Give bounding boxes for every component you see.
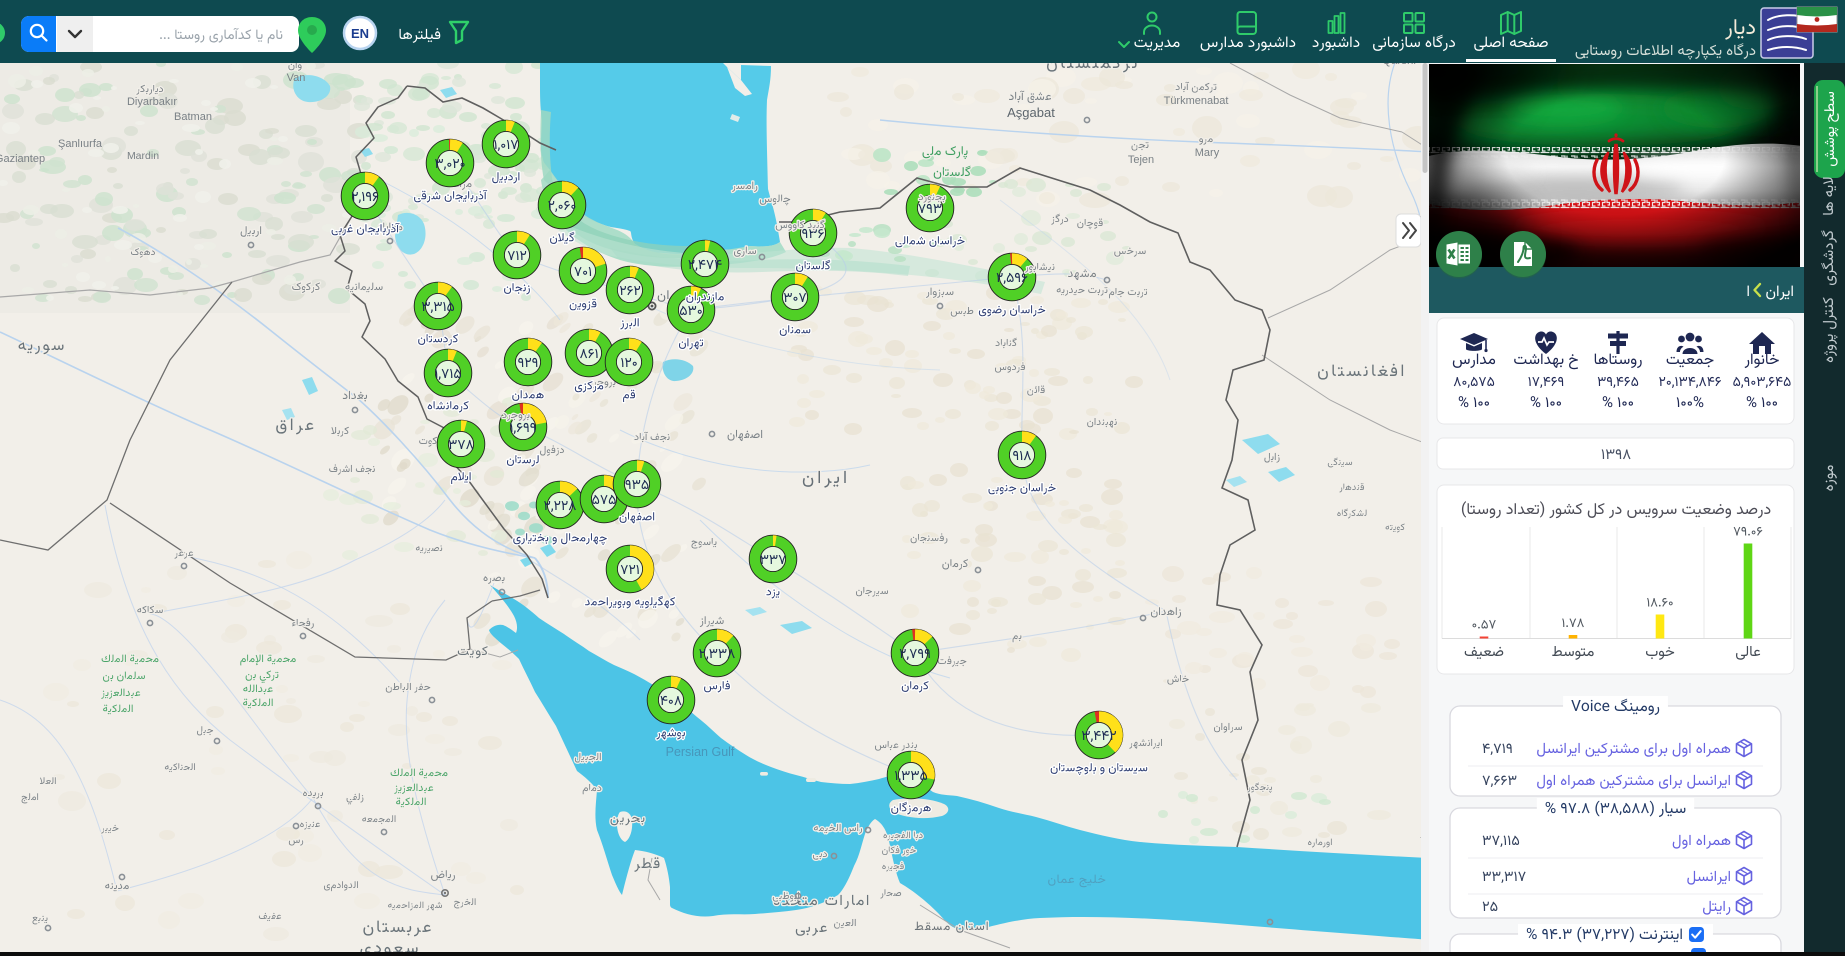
svg-text:Mary: Mary	[1195, 147, 1220, 159]
svg-text:Van: Van	[287, 72, 306, 84]
svg-text:Persian Gulf: Persian Gulf	[666, 745, 735, 759]
svg-text:Gaziantep: Gaziantep	[0, 153, 45, 165]
svg-text:EN: EN	[351, 26, 369, 41]
svg-text:Türkmenabat: Türkmenabat	[1164, 95, 1229, 107]
svg-text:Tejen: Tejen	[1128, 154, 1154, 166]
svg-text:Aşgabat: Aşgabat	[1007, 105, 1055, 120]
svg-text:Batman: Batman	[174, 111, 212, 123]
svg-text:Diyarbakır: Diyarbakır	[127, 96, 177, 108]
svg-text:Şanlıurfa: Şanlıurfa	[58, 138, 103, 150]
svg-text:Mardin: Mardin	[127, 150, 159, 162]
